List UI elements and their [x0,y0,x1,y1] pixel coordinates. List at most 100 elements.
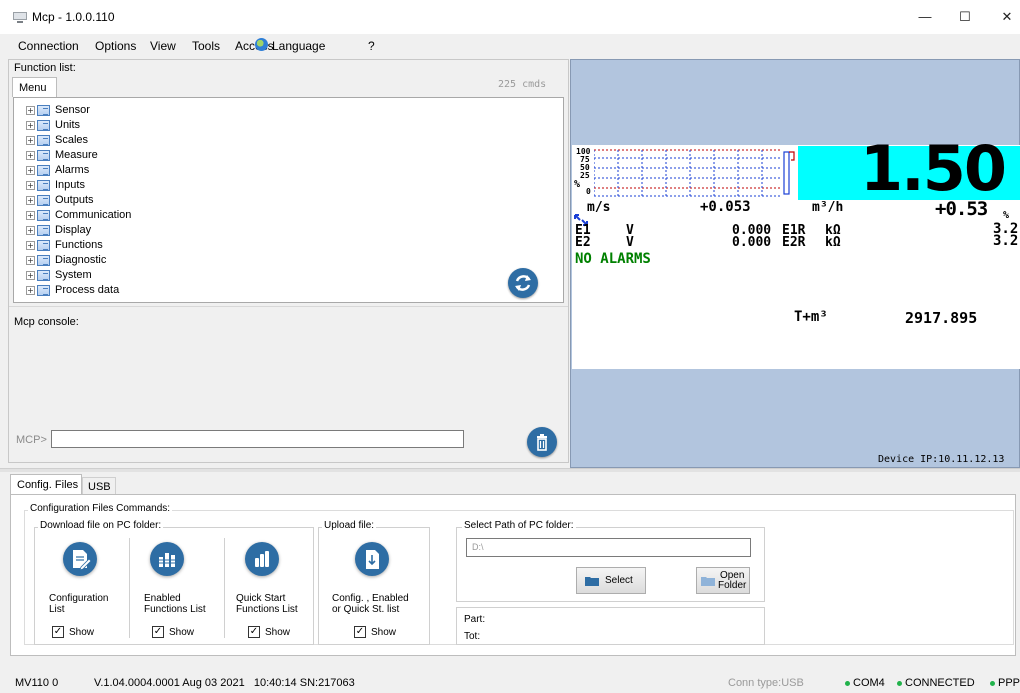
splitter[interactable] [0,468,1020,472]
list-icon [37,194,50,206]
expand-icon[interactable]: + [26,285,35,295]
velocity-unit: m/s [587,200,611,215]
com-port-label: COM4 [853,677,885,689]
tree-item-alarms[interactable]: + Alarms [26,163,89,177]
globe-icon [255,38,268,51]
expand-icon[interactable]: + [26,255,35,265]
tree-item-sensor[interactable]: + Sensor [26,103,90,117]
bar-list-icon [158,553,176,567]
expand-icon[interactable]: + [26,225,35,235]
select-button-label: Select [605,575,633,586]
show-upload-checkbox[interactable]: ✓ Show [354,626,396,638]
expand-icon[interactable]: + [26,195,35,205]
expand-icon[interactable]: + [26,180,35,190]
menu-view[interactable]: View [150,39,176,53]
config-list-caption-2: List [49,604,65,615]
flow-unit: m³/h [812,200,844,215]
checkbox-label: Show [371,626,397,638]
show-enabled-functions-checkbox[interactable]: ✓ Show [152,626,194,638]
expand-icon[interactable]: + [26,150,35,160]
status-dot-icon [845,680,850,686]
enabled-functions-caption-2: Functions List [144,604,206,615]
protocol-label: PPP [998,677,1020,689]
protocol-status: PPP [990,677,1020,689]
totalizer-label: T+m³ [794,309,828,325]
tree-item-label: System [55,269,92,281]
upload-button[interactable] [355,542,389,576]
quick-start-button[interactable] [245,542,279,576]
tree-item-display[interactable]: + Display [26,223,91,237]
clear-console-button[interactable] [527,427,557,457]
tree-item-label: Outputs [55,194,94,206]
console-input[interactable] [51,430,464,448]
check-icon[interactable]: ✓ [354,626,366,638]
folder-icon [585,577,599,586]
menu-tools[interactable]: Tools [192,39,220,53]
status-dot-icon [897,680,902,686]
check-icon[interactable]: ✓ [152,626,164,638]
expand-icon[interactable]: + [26,120,35,130]
tree-item-process-data[interactable]: + Process data [26,283,119,297]
part-label: Part: [464,614,486,625]
select-path-button[interactable]: Select [576,567,646,594]
console-label: Mcp console: [14,316,79,328]
quick-start-caption-2: Functions List [236,604,298,615]
title-bar [0,0,1020,34]
tree-item-measure[interactable]: + Measure [26,148,98,162]
config-list-caption-1: Configuration [49,593,109,604]
expand-icon[interactable]: + [26,135,35,145]
open-folder-label-2: Folder [718,579,747,591]
tab-usb[interactable]: USB [82,477,116,494]
config-list-button[interactable] [63,542,97,576]
show-quick-start-checkbox[interactable]: ✓ Show [248,626,290,638]
minimize-icon[interactable]: — [915,8,935,26]
expand-icon[interactable]: + [26,105,35,115]
expand-icon[interactable]: + [26,270,35,280]
list-icon [37,104,50,116]
progress-group [456,607,765,645]
tab-menu[interactable]: Menu [12,77,57,97]
device-ip: Device IP:10.11.12.13 [878,454,1005,465]
check-icon[interactable]: ✓ [52,626,64,638]
tree-item-communication[interactable]: + Communication [26,208,131,222]
show-config-list-checkbox[interactable]: ✓ Show [52,626,94,638]
console-prompt: MCP> [16,434,47,446]
tree-item-outputs[interactable]: + Outputs [26,193,94,207]
expand-icon[interactable]: + [26,165,35,175]
tree-item-inputs[interactable]: + Inputs [26,178,85,192]
path-input[interactable]: D:\ [466,538,751,557]
menu-connection[interactable]: Connection [18,39,79,53]
enabled-functions-button[interactable] [150,542,184,576]
upload-label: Upload file: [322,520,377,531]
expand-icon[interactable]: + [26,240,35,250]
tree-item-label: Scales [55,134,89,146]
open-folder-button[interactable]: Open Folder [696,567,750,594]
tree-item-system[interactable]: + System [26,268,92,282]
tree-item-diagnostic[interactable]: + Diagnostic [26,253,106,267]
totalizer-value: 2917.895 [905,309,978,327]
close-icon[interactable]: ✕ [997,8,1017,26]
tree-item-label: Functions [55,239,103,251]
file-upload-icon [366,550,379,569]
tree-item-scales[interactable]: + Scales [26,133,88,147]
maximize-icon[interactable]: ☐ [955,8,975,26]
e2r-value: 3.2 [993,233,1019,249]
tree-item-units[interactable]: + Units [26,118,80,132]
divider [9,306,568,307]
menu-language[interactable]: Language [272,39,325,53]
tab-config-files[interactable]: Config. Files [10,474,82,494]
list-icon [37,164,50,176]
bar-unit: % [574,179,581,190]
check-icon[interactable]: ✓ [248,626,260,638]
tree-item-functions[interactable]: + Functions [26,238,103,252]
divider [224,538,225,638]
list-icon [37,119,50,131]
expand-icon[interactable]: + [26,210,35,220]
menu-help[interactable]: ? [368,39,375,53]
menu-options[interactable]: Options [95,39,136,53]
tree-item-label: Sensor [55,104,90,116]
connection-status: CONNECTED [897,677,975,689]
refresh-button[interactable] [508,268,538,298]
list-icon [37,239,50,251]
bar-graph [594,149,795,197]
